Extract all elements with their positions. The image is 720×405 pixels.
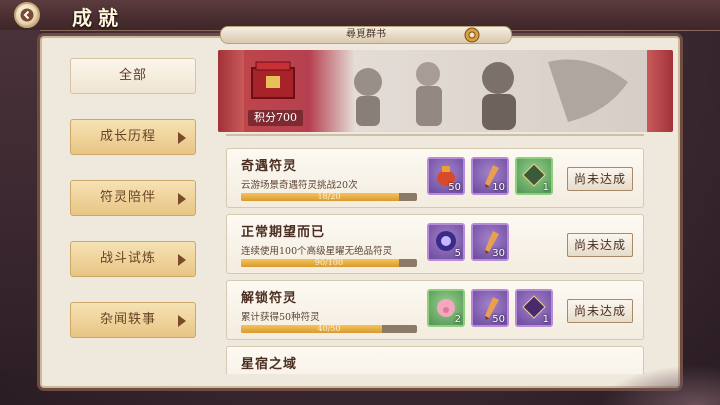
achievement-title: 正常期望而已 [241,225,326,240]
reward-qty: 50 [492,314,505,325]
back-button[interactable] [14,2,40,28]
progress-text: 40/50 [317,325,341,333]
reward-qty: 1 [542,314,549,325]
sidebar-item-growth[interactable]: 成长历程 [70,119,196,155]
achievement-card: 正常期望而已 连续使用100个高级星曜无绝品符灵 90/100 5 30 尚未达… [226,214,644,274]
achievement-card: 解锁符灵 累计获得50种符灵 40/50 2 50 1 尚未达成 [226,280,644,340]
reward-qty: 1 [542,182,549,193]
character-illustration [354,59,628,130]
achievement-title: 星宿之域 [241,357,298,372]
curtain-right [647,50,673,132]
reward-item[interactable]: 30 [471,223,509,261]
reward-item[interactable]: 5 [427,223,465,261]
sidebar-item-label: 符灵陪伴 [99,190,156,205]
list-divider [226,134,644,136]
achievement-title: 奇遇符灵 [241,159,298,174]
progress-bar: 18/20 [241,193,417,201]
reward-item[interactable]: 2 [427,289,465,327]
achievement-card: 星宿之域 [226,346,644,374]
achievement-title: 解锁符灵 [241,291,298,306]
reward-item[interactable]: 1 [515,289,553,327]
back-arrow-icon [20,8,34,22]
progress-bar: 40/50 [241,325,417,333]
curtain-left [218,50,244,132]
score-badge: 积分700 [248,110,303,126]
achievement-description: 累计获得50种符灵 [241,312,320,323]
sidebar-item-label: 杂闻轶事 [99,312,156,327]
sidebar-item-label: 战斗试炼 [99,251,156,266]
gear-icon[interactable] [463,26,481,44]
reward-qty: 5 [454,248,461,259]
chevron-right-icon [178,132,186,144]
reward-item[interactable]: 50 [471,289,509,327]
status-button[interactable]: 尚未达成 [567,299,633,323]
sidebar-item-label: 成长历程 [99,129,156,144]
page-title: 成就 [72,6,124,30]
achievement-list[interactable]: 奇遇符灵 云游场景奇遇符灵挑战20次 18/20 50 10 1 尚未达成 正常… [226,142,644,374]
sidebar-item-label: 全部 [118,68,147,83]
reward-qty: 10 [492,182,505,193]
status-button[interactable]: 尚未达成 [567,233,633,257]
reward-item[interactable]: 10 [471,157,509,195]
sidebar-item-misc[interactable]: 杂闻轶事 [70,302,196,338]
achievement-description: 云游场景奇遇符灵挑战20次 [241,180,358,191]
reward-qty: 2 [454,314,461,325]
left-decoration [0,30,40,370]
progress-text: 18/20 [317,193,341,201]
reward-qty: 50 [448,182,461,193]
sidebar-item-all[interactable]: 全部 [70,58,196,94]
bottom-decoration [600,365,720,405]
status-button[interactable]: 尚未达成 [567,167,633,191]
achievement-banner: 积分700 [218,50,673,132]
chevron-right-icon [178,193,186,205]
category-sidebar: 全部 成长历程 符灵陪伴 战斗试炼 杂闻轶事 [70,58,200,363]
chevron-right-icon [178,315,186,327]
chevron-right-icon [178,254,186,266]
progress-text: 90/100 [314,259,344,267]
achievement-card: 奇遇符灵 云游场景奇遇符灵挑战20次 18/20 50 10 1 尚未达成 [226,148,644,208]
achievement-description: 连续使用100个高级星曜无绝品符灵 [241,246,393,257]
sidebar-item-battle[interactable]: 战斗试炼 [70,241,196,277]
reward-item[interactable]: 50 [427,157,465,195]
reward-item[interactable]: 1 [515,157,553,195]
red-book-icon [251,61,295,99]
progress-bar: 90/100 [241,259,417,267]
reward-qty: 30 [492,248,505,259]
sidebar-item-companion[interactable]: 符灵陪伴 [70,180,196,216]
